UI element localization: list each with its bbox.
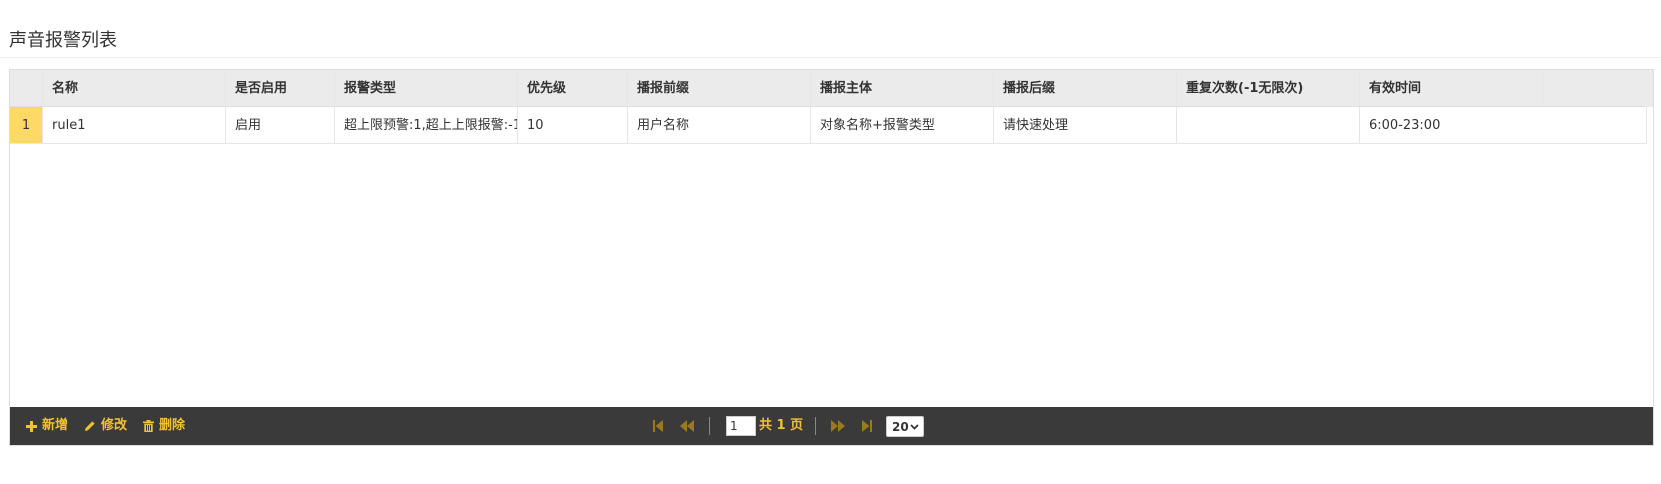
prev-page-icon[interactable] — [680, 420, 694, 432]
scrollbar-gap — [1645, 70, 1653, 107]
column-header-alarm-type[interactable]: 报警类型 — [335, 70, 518, 106]
next-page-icon[interactable] — [831, 420, 845, 432]
first-page-icon[interactable] — [653, 420, 663, 432]
alarm-rule-grid: 名称 是否启用 报警类型 优先级 播报前缀 播报主体 播报后缀 重复次数(-1无… — [9, 69, 1654, 446]
cell-priority: 10 — [518, 107, 628, 143]
add-button-label: 新增 — [42, 418, 69, 433]
cell-suffix: 请快速处理 — [994, 107, 1177, 143]
delete-button-label: 删除 — [159, 418, 186, 433]
trash-icon — [143, 420, 154, 432]
pager-separator — [709, 417, 710, 435]
grid-footer-toolbar: 新增 修改 删除 共 1 页 20 — [10, 407, 1653, 445]
plus-icon — [26, 420, 37, 432]
column-header-rownum — [10, 70, 43, 106]
table-row[interactable]: 1 rule1 启用 超上限预警:1,超上上限报警:-1 10 用户名称 对象名… — [10, 107, 1647, 144]
cell-repeat — [1177, 107, 1360, 143]
page-title: 声音报警列表 — [9, 30, 117, 51]
cell-valid-time: 6:00-23:00 — [1360, 107, 1647, 143]
cell-prefix: 用户名称 — [628, 107, 811, 143]
cell-alarm-type: 超上限预警:1,超上上限报警:-1 — [335, 107, 518, 143]
column-header-suffix[interactable]: 播报后缀 — [994, 70, 1177, 106]
chevron-down-icon — [910, 424, 919, 430]
column-header-prefix[interactable]: 播报前缀 — [628, 70, 811, 106]
row-number: 1 — [10, 107, 43, 143]
page-number-input[interactable] — [726, 416, 756, 436]
total-pages-label: 共 1 页 — [759, 418, 804, 433]
title-divider — [0, 57, 1661, 58]
edit-button-label: 修改 — [101, 418, 128, 433]
column-header-name[interactable]: 名称 — [43, 70, 226, 106]
column-header-enabled[interactable]: 是否启用 — [226, 70, 335, 106]
delete-button[interactable]: 删除 — [143, 407, 185, 445]
column-header-priority[interactable]: 优先级 — [518, 70, 628, 106]
cell-name: rule1 — [43, 107, 226, 143]
add-button[interactable]: 新增 — [26, 407, 68, 445]
column-header-repeat[interactable]: 重复次数(-1无限次) — [1177, 70, 1360, 106]
cell-enabled: 启用 — [226, 107, 335, 143]
last-page-icon[interactable] — [862, 420, 872, 432]
edit-button[interactable]: 修改 — [84, 407, 127, 445]
column-header-valid-time[interactable]: 有效时间 — [1360, 70, 1543, 106]
page-size-value: 20 — [892, 419, 909, 434]
cell-body: 对象名称+报警类型 — [811, 107, 994, 143]
pencil-icon — [85, 421, 95, 431]
page-size-select[interactable]: 20 — [886, 416, 924, 437]
column-header-body[interactable]: 播报主体 — [811, 70, 994, 106]
grid-header: 名称 是否启用 报警类型 优先级 播报前缀 播报主体 播报后缀 重复次数(-1无… — [10, 70, 1653, 107]
pager-separator — [815, 417, 816, 435]
